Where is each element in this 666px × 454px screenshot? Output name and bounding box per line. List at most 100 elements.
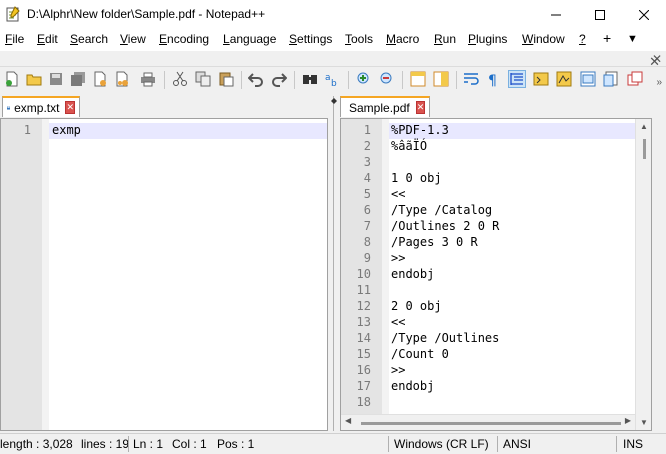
menu-tools[interactable]: Tools xyxy=(345,32,373,46)
line-text: 1 0 obj xyxy=(391,171,442,185)
editor-line: 4 1 0 obj xyxy=(341,171,635,187)
line-number: 1 xyxy=(363,123,371,137)
editor-line: 16 >> xyxy=(341,363,635,379)
editor-line: 1 exmp xyxy=(23,123,81,137)
status-lines: lines : 19 xyxy=(81,437,130,451)
tab-label: Sample.pdf xyxy=(349,100,410,115)
undo-icon[interactable] xyxy=(248,71,264,87)
status-ln: Ln : 1 xyxy=(133,437,164,451)
svg-text:¶: ¶ xyxy=(488,73,497,87)
line-number: 10 xyxy=(356,267,371,281)
word-wrap-icon[interactable] xyxy=(463,71,479,87)
line-text: >> xyxy=(391,251,406,265)
line-text: >> xyxy=(391,363,406,377)
line-number: 14 xyxy=(356,331,371,345)
menu-plugins[interactable]: Plugins xyxy=(468,32,507,46)
new-file-icon[interactable] xyxy=(4,71,20,87)
line-text: %PDF-1.3 xyxy=(391,123,449,137)
menu-edit[interactable]: Edit xyxy=(37,32,58,46)
menu-settings[interactable]: Settings xyxy=(289,32,332,46)
editor-line: 9 >> xyxy=(341,251,635,267)
sync-vertical-icon[interactable] xyxy=(410,71,426,87)
close-window-button[interactable] xyxy=(622,0,666,29)
status-length: length : 3,028 xyxy=(0,437,73,451)
line-text: << xyxy=(391,187,406,201)
line-number: 11 xyxy=(356,283,371,297)
editor-line: 8/Pages 3 0 R xyxy=(341,235,635,251)
replace-icon[interactable]: ab xyxy=(325,71,341,87)
toolbar-overflow-button[interactable]: » xyxy=(656,77,662,88)
menu-view[interactable]: View xyxy=(120,32,146,46)
tab-label: exmp.txt xyxy=(14,100,60,115)
tab-close-icon[interactable]: ✕ xyxy=(415,101,426,114)
maximize-icon xyxy=(595,9,605,20)
notepadpp-logo-icon xyxy=(6,6,20,22)
line-text: %âãÏÓ xyxy=(391,139,428,153)
editor-line: 6/Type /Catalog xyxy=(341,203,635,219)
line-number: 15 xyxy=(356,347,371,361)
horizontal-scrollbar[interactable]: ◀ ▶ xyxy=(341,414,635,430)
editor-line: 7/Outlines 2 0 R xyxy=(341,219,635,235)
function-list-icon[interactable] xyxy=(580,71,596,87)
right-editor[interactable]: 1 %PDF-1.3 2 %âãÏÓ 3 4 1 0 obj 5 << 6/Type /Catal… xyxy=(340,118,652,431)
save-all-icon[interactable] xyxy=(70,71,86,87)
menu-add-button[interactable]: + xyxy=(603,30,611,46)
editor-line: 14/Type /Outlines xyxy=(341,331,635,347)
editor-line: 15/Count 0 xyxy=(341,347,635,363)
sync-horizontal-icon[interactable] xyxy=(433,71,449,87)
indent-guide-icon[interactable] xyxy=(508,70,526,88)
tab-sample-pdf[interactable]: Sample.pdf ✕ xyxy=(340,96,430,117)
print-icon[interactable] xyxy=(140,71,156,87)
menu-search[interactable]: Search xyxy=(70,32,108,46)
status-eol[interactable]: Windows (CR LF) xyxy=(394,437,489,451)
menu-file[interactable]: File xyxy=(5,32,24,46)
language-icon[interactable] xyxy=(533,71,549,87)
line-text: /Pages 3 0 R xyxy=(391,235,478,249)
paste-icon[interactable] xyxy=(218,71,234,87)
line-number: 12 xyxy=(356,299,371,313)
vertical-scrollbar[interactable]: ▲ ▼ xyxy=(635,119,651,430)
open-file-icon[interactable] xyxy=(26,71,42,87)
line-number: 4 xyxy=(363,171,371,185)
cut-icon[interactable] xyxy=(172,71,188,87)
minimize-button[interactable] xyxy=(534,0,578,29)
find-icon[interactable] xyxy=(302,71,318,87)
editor-line: 5 << xyxy=(341,187,635,203)
monitoring-icon[interactable] xyxy=(627,71,643,87)
show-all-chars-icon[interactable]: ¶ xyxy=(486,71,502,87)
toolbar-close-button[interactable]: ✕ xyxy=(649,54,660,70)
close-all-icon[interactable] xyxy=(114,71,130,87)
tab-exmp[interactable]: exmp.txt ✕ xyxy=(2,96,80,117)
menu-window[interactable]: Window xyxy=(522,32,565,46)
menu-macro[interactable]: Macro xyxy=(386,32,419,46)
folder-workspace-icon[interactable] xyxy=(603,71,619,87)
editor-line: 1 %PDF-1.3 xyxy=(341,123,635,139)
editor-line: 18 xyxy=(341,395,635,411)
doc-map-icon[interactable] xyxy=(556,71,572,87)
zoom-in-icon[interactable] xyxy=(356,71,372,87)
status-mode[interactable]: INS xyxy=(623,437,643,451)
splitter-arrow-icon xyxy=(331,98,337,104)
menu-language[interactable]: Language xyxy=(223,32,276,46)
copy-icon[interactable] xyxy=(195,71,211,87)
tab-close-icon[interactable]: ✕ xyxy=(65,101,75,114)
menu-dropdown-button[interactable]: ▼ xyxy=(627,33,638,45)
zoom-out-icon[interactable] xyxy=(379,71,395,87)
pane-splitter[interactable] xyxy=(329,96,339,431)
redo-icon[interactable] xyxy=(271,71,287,87)
status-encoding[interactable]: ANSI xyxy=(503,437,531,451)
left-tab-bar: exmp.txt ✕ xyxy=(0,96,326,118)
menu-help[interactable]: ? xyxy=(579,32,586,46)
close-icon[interactable] xyxy=(92,71,108,87)
editor-line: 13 << xyxy=(341,315,635,331)
maximize-button[interactable] xyxy=(578,0,622,29)
save-icon[interactable] xyxy=(48,71,64,87)
svg-text:b: b xyxy=(331,79,337,87)
line-number: 8 xyxy=(363,235,371,249)
fold-margin xyxy=(42,119,49,430)
left-editor[interactable]: 1 exmp xyxy=(0,118,328,431)
line-number: 2 xyxy=(363,139,371,153)
menu-encoding[interactable]: Encoding xyxy=(159,32,209,46)
status-pos: Pos : 1 xyxy=(217,437,255,451)
menu-run[interactable]: Run xyxy=(434,32,456,46)
